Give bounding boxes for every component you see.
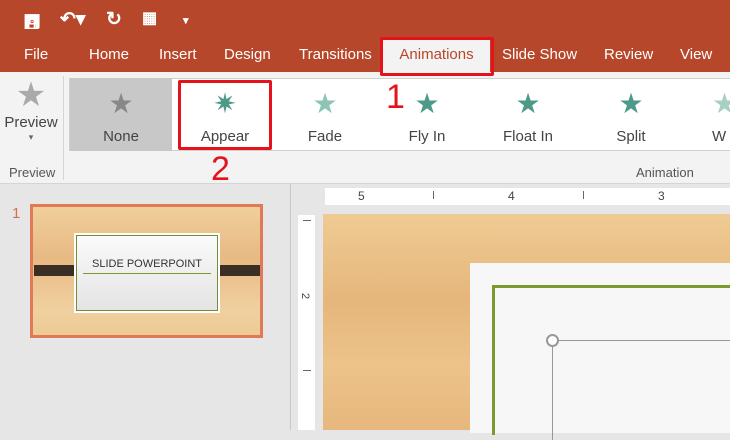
animation-float-in[interactable]: ★ Float In: [478, 78, 578, 151]
animation-label: W: [712, 128, 727, 145]
tab-review[interactable]: Review: [604, 46, 653, 63]
fade-star-icon: ★: [312, 88, 338, 119]
tab-transitions[interactable]: Transitions: [299, 46, 372, 63]
animation-label: Float In: [502, 128, 554, 145]
ruler-label: 3: [658, 189, 665, 203]
wipe-star-icon: ★: [712, 88, 730, 119]
group-label-animation: Animation: [636, 165, 694, 180]
tab-home[interactable]: Home: [89, 46, 129, 63]
animation-label: Fade: [307, 128, 343, 145]
horizontal-ruler: 5 4 3: [325, 188, 730, 205]
slide-canvas[interactable]: [323, 214, 730, 440]
pane-divider[interactable]: [290, 184, 291, 430]
tab-slide-show[interactable]: Slide Show: [502, 46, 577, 63]
step-number-2: 2: [211, 150, 230, 188]
rotation-handle[interactable]: [546, 334, 559, 347]
step-number-1: 1: [386, 78, 405, 116]
animation-label: Fly In: [408, 128, 446, 145]
animation-none[interactable]: ★ None: [70, 78, 172, 151]
tab-view[interactable]: View: [680, 46, 712, 63]
preview-button[interactable]: ★ Preview ▾: [0, 76, 62, 156]
save-icon[interactable]: 🖪: [24, 8, 40, 40]
float-in-star-icon: ★: [515, 88, 541, 119]
tab-file[interactable]: File: [24, 46, 48, 63]
highlight-box-animations: [380, 37, 494, 76]
undo-icon[interactable]: ↶▾: [60, 8, 85, 31]
group-label-preview: Preview: [9, 165, 56, 180]
split-star-icon: ★: [618, 88, 644, 119]
animation-split[interactable]: ★ Split: [581, 78, 681, 151]
thumbnail-title-box: SLIDE POWERPOINT: [76, 235, 218, 311]
customize-icon[interactable]: ▾: [183, 14, 189, 27]
ruler-label: 4: [508, 189, 515, 203]
animation-label: Split: [616, 128, 646, 145]
ruler-label: 2: [299, 292, 312, 300]
highlight-box-appear: [178, 80, 272, 150]
title-placeholder[interactable]: [552, 340, 730, 440]
repeat-icon[interactable]: ↻: [106, 8, 122, 31]
slide-thumbnail[interactable]: SLIDE POWERPOINT: [30, 204, 263, 338]
animation-fade[interactable]: ★ Fade: [275, 78, 375, 151]
thumbnail-title: SLIDE POWERPOINT: [91, 258, 203, 270]
animation-label: None: [103, 128, 139, 145]
divider: [63, 76, 64, 180]
ruler-label: 5: [358, 189, 365, 203]
slide-number: 1: [12, 205, 21, 222]
presentation-icon[interactable]: ▦: [142, 8, 157, 28]
tab-insert[interactable]: Insert: [159, 46, 197, 63]
animation-wipe[interactable]: ★ W: [690, 78, 730, 151]
preview-star-icon: ★: [15, 76, 47, 114]
preview-label: Preview: [4, 114, 58, 131]
vertical-ruler: 2: [298, 215, 315, 430]
tab-design[interactable]: Design: [224, 46, 271, 63]
star-icon: ★: [108, 88, 134, 119]
chevron-down-icon: ▾: [28, 132, 34, 142]
